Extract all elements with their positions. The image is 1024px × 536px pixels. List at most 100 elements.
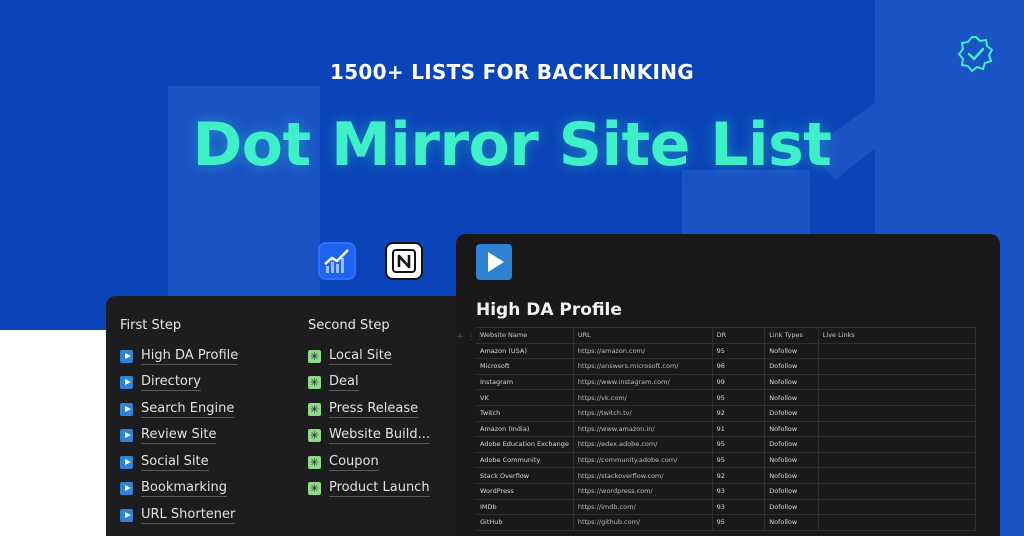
table-cell[interactable]	[817, 373, 977, 391]
second-step-column: Second Step ✳ Local Site ✳ Deal ✳ Press Rel…	[308, 318, 430, 502]
banner-title: Dot Mirror Site List	[192, 110, 832, 180]
table-cell[interactable]: https://stackoverflow.com/	[572, 467, 713, 484]
table-cell[interactable]: IMDb	[476, 498, 574, 516]
banner-subtitle: 1500+ LISTS FOR BACKLINKING	[329, 60, 695, 84]
table-row[interactable]: Microsoft https://answers.microsoft.com/9…	[476, 358, 977, 375]
table-cell[interactable]: Nofollow	[764, 451, 819, 469]
table-cell[interactable]: 91	[711, 420, 766, 438]
table-cell[interactable]: Nofollow	[764, 514, 819, 531]
table-cell[interactable]: https://imdb.com/	[572, 498, 713, 516]
table-cell[interactable]: Instagram	[476, 373, 574, 391]
table-cell[interactable]: https://edex.adobe.com/	[572, 436, 713, 453]
table-cell[interactable]: https://vk.com/	[572, 389, 713, 406]
nav-item-social-site[interactable]: Social Site	[120, 449, 238, 476]
nav-item-directory[interactable]: Directory	[120, 370, 238, 397]
table-cell[interactable]: https://community.adobe.com/	[572, 451, 713, 469]
table-cell[interactable]: https://www.amazon.in/	[572, 420, 713, 438]
table-cell[interactable]: Dofollow	[764, 482, 819, 500]
page-play-icon	[476, 244, 512, 280]
table-cell[interactable]	[817, 404, 977, 422]
table-cell[interactable]: Dofollow	[764, 436, 819, 453]
table-cell[interactable]	[817, 451, 977, 469]
table-cell[interactable]: 95	[711, 342, 766, 360]
table-cell[interactable]: Amazon (USA)	[476, 342, 574, 360]
step-navigation-card: First Step High DA Profile Directory Sea…	[106, 296, 466, 536]
table-cell[interactable]: 93	[711, 482, 766, 500]
column-header[interactable]: Website Name	[476, 327, 574, 344]
nav-item-deal[interactable]: ✳ Deal	[308, 370, 430, 397]
table-row[interactable]: Adobe Community https://community.adobe.c…	[476, 451, 977, 469]
nav-item-local-site[interactable]: ✳ Local Site	[308, 343, 430, 370]
column-header[interactable]: DR	[711, 327, 766, 344]
table-cell[interactable]: 93	[711, 498, 766, 516]
table-cell[interactable]: Nofollow	[764, 467, 819, 484]
table-cell[interactable]: 92	[711, 404, 766, 422]
table-row[interactable]: Amazon (USA) https://amazon.com/95 Nofollo…	[476, 342, 977, 360]
table-cell[interactable]: Stack Overflow	[476, 467, 574, 484]
table-row[interactable]: Amazon (India) https://www.amazon.in/91 No…	[476, 420, 977, 438]
table-cell[interactable]: Adobe Education Exchange	[476, 436, 574, 453]
table-row[interactable]: VK https://vk.com/95 Nofollow	[476, 389, 977, 406]
table-cell[interactable]: 92	[711, 467, 766, 484]
nav-item-website-builder[interactable]: ✳ Website Build...	[308, 423, 430, 450]
chart-app-icon	[318, 242, 356, 280]
table-cell[interactable]: GitHub	[476, 514, 574, 531]
table-cell[interactable]: https://wordpress.com/	[572, 482, 713, 500]
column-header[interactable]: Live Links	[817, 327, 977, 344]
table-row[interactable]: WordPress https://wordpress.com/93 Dofollo…	[476, 482, 977, 500]
nav-item-coupon[interactable]: ✳ Coupon	[308, 449, 430, 476]
play-icon	[120, 429, 133, 443]
table-cell[interactable]	[817, 482, 977, 500]
table-cell[interactable]	[817, 420, 977, 438]
nav-item-high-da-profile[interactable]: High DA Profile	[120, 343, 239, 370]
nav-item-url-shortener[interactable]: URL Shortener	[120, 502, 238, 529]
table-cell[interactable]: Twitch	[476, 404, 574, 422]
table-cell[interactable]: https://github.com/	[572, 514, 713, 531]
table-row[interactable]: Stack Overflow https://stackoverflow.com/…	[476, 467, 977, 484]
nav-item-press-release[interactable]: ✳ Press Release	[308, 396, 430, 423]
nav-item-bookmarking[interactable]: Bookmarking	[120, 476, 238, 503]
table-cell[interactable]: 99	[711, 373, 766, 391]
table-cell[interactable]: https://www.instagram.com/	[572, 373, 713, 391]
table-cell[interactable]: 95	[711, 436, 766, 453]
table-cell[interactable]	[817, 389, 977, 406]
table-cell[interactable]: Dofollow	[764, 358, 819, 375]
table-cell[interactable]: VK	[476, 389, 574, 406]
table-cell[interactable]: 95	[711, 514, 766, 531]
table-cell[interactable]: WordPress	[476, 482, 574, 500]
table-cell[interactable]	[817, 514, 977, 531]
asterisk-icon: ✳	[308, 482, 321, 496]
table-cell[interactable]: https://answers.microsoft.com/	[572, 358, 713, 375]
table-row[interactable]: Adobe Education Exchange https://edex.ado…	[476, 436, 977, 453]
nav-item-product-launch[interactable]: ✳ Product Launch	[308, 476, 430, 503]
table-cell[interactable]: 95	[711, 389, 766, 406]
table-cell[interactable]	[817, 467, 977, 484]
table-row[interactable]: IMDb https://imdb.com/93 Dofollow	[476, 498, 977, 516]
nav-item-review-site[interactable]: Review Site	[120, 423, 238, 450]
table-cell[interactable]: Microsoft	[476, 358, 574, 375]
table-cell[interactable]: Dofollow	[764, 498, 819, 516]
table-row[interactable]: Twitch https://twitch.tv/92 Dofollow	[476, 404, 977, 422]
table-cell[interactable]	[817, 498, 977, 516]
table-cell[interactable]: Adobe Community	[476, 451, 574, 469]
table-cell[interactable]	[817, 358, 977, 375]
database-card: High DA Profile + ⋮⋮ Website Name URL DR…	[456, 234, 1000, 536]
nav-item-search-engine[interactable]: Search Engine	[120, 396, 238, 423]
table-row[interactable]: GitHub https://github.com/95 Nofollow	[476, 514, 977, 531]
table-cell[interactable]: Nofollow	[764, 373, 819, 391]
table-cell[interactable]	[817, 342, 977, 360]
table-cell[interactable]	[817, 436, 977, 453]
column-header[interactable]: URL	[572, 327, 713, 344]
table-cell[interactable]: 95	[711, 451, 766, 469]
table-cell[interactable]: Dofollow	[764, 404, 819, 422]
table-cell[interactable]: Nofollow	[764, 342, 819, 360]
table-row[interactable]: Instagram https://www.instagram.com/99 Nof…	[476, 373, 977, 391]
table-cell[interactable]: Nofollow	[764, 420, 819, 438]
table-cell[interactable]: Amazon (India)	[476, 420, 574, 438]
table-cell[interactable]: 96	[711, 358, 766, 375]
table-cell[interactable]: https://amazon.com/	[572, 342, 713, 360]
play-icon	[120, 508, 133, 522]
table-cell[interactable]: https://twitch.tv/	[572, 404, 713, 422]
table-cell[interactable]: Nofollow	[764, 389, 819, 406]
column-header[interactable]: Link Types	[764, 327, 819, 344]
